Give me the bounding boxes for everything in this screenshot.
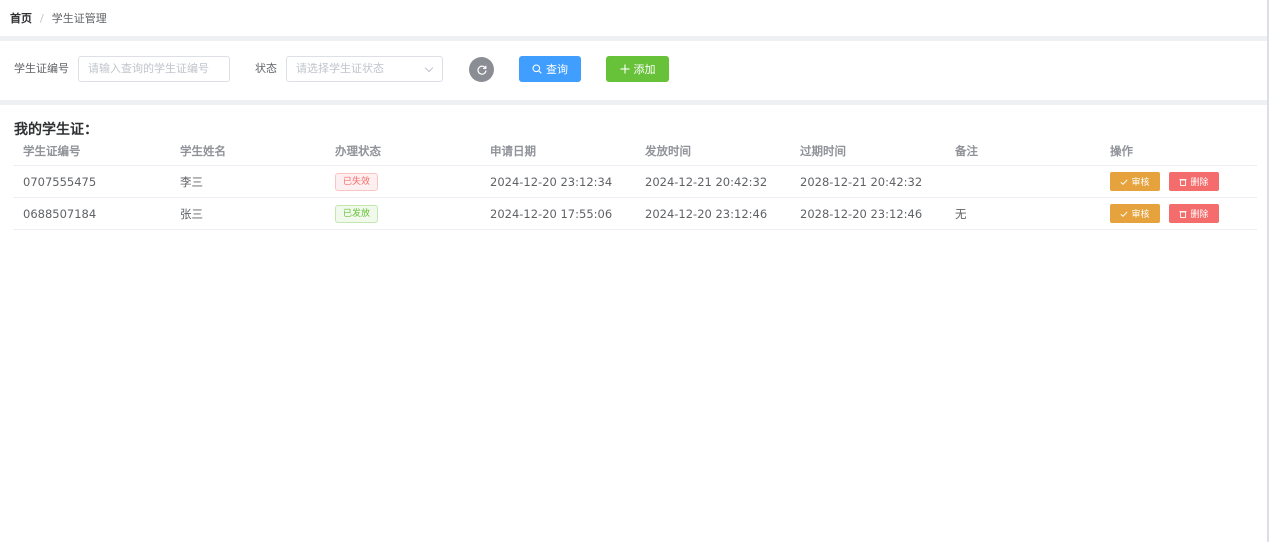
review-button[interactable]: 审核 <box>1110 204 1160 223</box>
review-button[interactable]: 审核 <box>1110 172 1160 191</box>
refresh-button[interactable] <box>469 57 494 82</box>
header-remark: 备注 <box>955 143 978 158</box>
add-button[interactable]: 添加 <box>606 56 669 82</box>
divider-band <box>0 100 1267 105</box>
cell-status: 已发放 <box>335 198 379 229</box>
trash-icon <box>1179 210 1187 218</box>
table-header: 学生证编号 学生姓名 办理状态 申请日期 发放时间 过期时间 备注 操作 <box>13 136 1257 166</box>
breadcrumb-current: 学生证管理 <box>51 12 107 25</box>
cell-issue-time: 2024-12-20 23:12:46 <box>645 206 768 221</box>
delete-label: 删除 <box>1190 210 1209 220</box>
header-student-name: 学生姓名 <box>180 143 226 158</box>
breadcrumb-home[interactable]: 首页 <box>10 10 32 26</box>
breadcrumb-separator: / <box>40 11 44 25</box>
trash-icon <box>1179 178 1187 186</box>
status-badge: 已发放 <box>335 204 379 223</box>
header-apply-date: 申请日期 <box>490 143 536 158</box>
table-row: 0707555475 李三 已失效 2024-12-20 23:12:34 20… <box>13 166 1257 198</box>
query-button[interactable]: 查询 <box>519 56 581 82</box>
status-select-placeholder: 请选择学生证状态 <box>296 62 384 75</box>
review-label: 审核 <box>1131 210 1150 220</box>
query-label: 查询 <box>546 63 568 76</box>
header-student-id: 学生证编号 <box>23 143 81 158</box>
header-expire-time: 过期时间 <box>800 143 846 158</box>
review-label: 审核 <box>1131 178 1150 188</box>
cell-expire-time: 2028-12-20 23:12:46 <box>800 206 923 221</box>
cell-actions: 审核 删除 <box>1110 166 1219 197</box>
delete-button[interactable]: 删除 <box>1169 204 1219 223</box>
student-card-table: 学生证编号 学生姓名 办理状态 申请日期 发放时间 过期时间 备注 操作 070… <box>13 136 1257 230</box>
add-label: 添加 <box>633 63 656 76</box>
cell-student-id: 0688507184 <box>23 206 97 221</box>
chevron-down-icon <box>424 63 434 73</box>
cell-student-id: 0707555475 <box>23 174 97 189</box>
table-row: 0688507184 张三 已发放 2024-12-20 17:55:06 20… <box>13 198 1257 230</box>
status-select[interactable]: 请选择学生证状态 <box>286 56 443 82</box>
header-issue-time: 发放时间 <box>645 143 691 158</box>
plus-icon <box>620 64 629 74</box>
breadcrumb: 首页 / 学生证管理 <box>0 0 1267 36</box>
delete-button[interactable]: 删除 <box>1169 172 1219 191</box>
header-status: 办理状态 <box>335 143 381 158</box>
student-id-placeholder: 请输入查询的学生证编号 <box>88 62 209 75</box>
delete-label: 删除 <box>1190 178 1209 188</box>
search-icon <box>532 64 542 74</box>
cell-status: 已失效 <box>335 166 379 197</box>
status-label: 状态 <box>255 62 277 75</box>
student-id-input[interactable]: 请输入查询的学生证编号 <box>78 56 230 82</box>
cell-expire-time: 2028-12-21 20:42:32 <box>800 174 923 189</box>
cell-student-name: 李三 <box>180 174 203 189</box>
cell-actions: 审核 删除 <box>1110 198 1219 229</box>
cell-apply-date: 2024-12-20 23:12:34 <box>490 174 613 189</box>
refresh-icon <box>476 65 487 75</box>
cell-issue-time: 2024-12-21 20:42:32 <box>645 174 768 189</box>
cell-apply-date: 2024-12-20 17:55:06 <box>490 206 613 221</box>
check-icon <box>1120 178 1129 185</box>
status-badge: 已失效 <box>335 172 379 191</box>
cell-remark: 无 <box>955 206 967 221</box>
check-icon <box>1120 210 1129 217</box>
header-actions: 操作 <box>1110 143 1133 158</box>
student-id-label: 学生证编号 <box>14 62 69 75</box>
cell-student-name: 张三 <box>180 206 203 221</box>
